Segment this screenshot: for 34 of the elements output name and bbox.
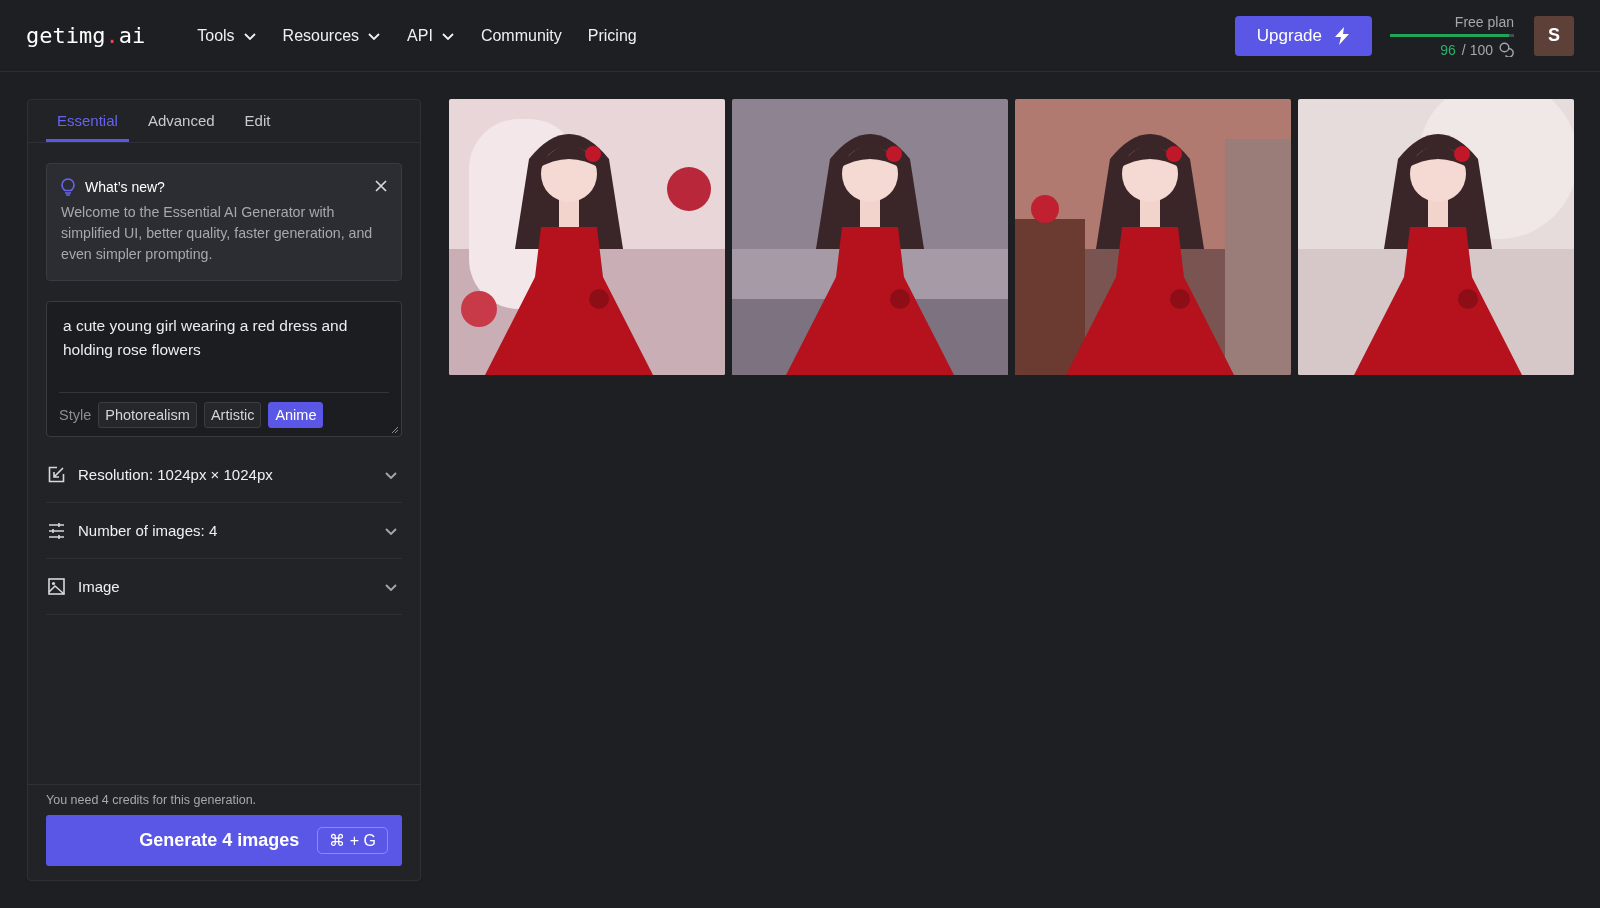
upgrade-button[interactable]: Upgrade	[1234, 15, 1372, 56]
style-option[interactable]: Photorealism	[98, 402, 197, 428]
settings-row[interactable]: Number of images: 4	[46, 503, 402, 559]
credits-used: 96	[1440, 41, 1456, 58]
notice-title: What’s new?	[85, 179, 165, 195]
image-icon	[48, 578, 65, 595]
close-icon[interactable]	[373, 178, 389, 194]
coins-icon	[1499, 42, 1514, 57]
lightning-icon	[1334, 26, 1350, 45]
settings-row[interactable]: Resolution: 1024px × 1024px	[46, 447, 402, 503]
tab[interactable]: Advanced	[136, 100, 226, 142]
credits-note: You need 4 credits for this generation.	[46, 793, 258, 807]
style-option[interactable]: Anime	[268, 402, 324, 428]
keyboard-shortcut: ⌘ + G	[317, 827, 388, 854]
nav-link[interactable]: Tools	[185, 20, 269, 51]
notice-text: Welcome to the Essential AI Generator with simplified UI, better quality, faster generation, and even simpler prompting.	[61, 203, 374, 264]
resize-icon	[48, 466, 65, 483]
plan-name: Free plan	[1454, 13, 1514, 30]
sliders-icon	[48, 522, 65, 539]
settings-row[interactable]: Image	[46, 559, 402, 615]
style-label: Style	[59, 407, 92, 423]
user-avatar[interactable]: S	[1534, 15, 1574, 56]
generate-button[interactable]: Generate 4 images ⌘ + G	[46, 815, 402, 866]
nav-link[interactable]: Pricing	[575, 20, 649, 51]
prompt-field[interactable]: a cute young girl wearing a red dress and holding rose flowers	[59, 314, 389, 392]
credits-total: / 100	[1461, 41, 1493, 58]
logo[interactable]: getimg.ai	[26, 23, 146, 48]
nav-link[interactable]: Community	[468, 20, 574, 51]
style-option[interactable]: Artistic	[203, 402, 262, 428]
nav-link[interactable]: Resources	[270, 20, 394, 51]
resize-handle-icon[interactable]	[391, 426, 399, 434]
lightbulb-icon	[61, 178, 75, 196]
nav-link[interactable]: API	[395, 20, 467, 51]
tab[interactable]: Edit	[233, 100, 282, 142]
